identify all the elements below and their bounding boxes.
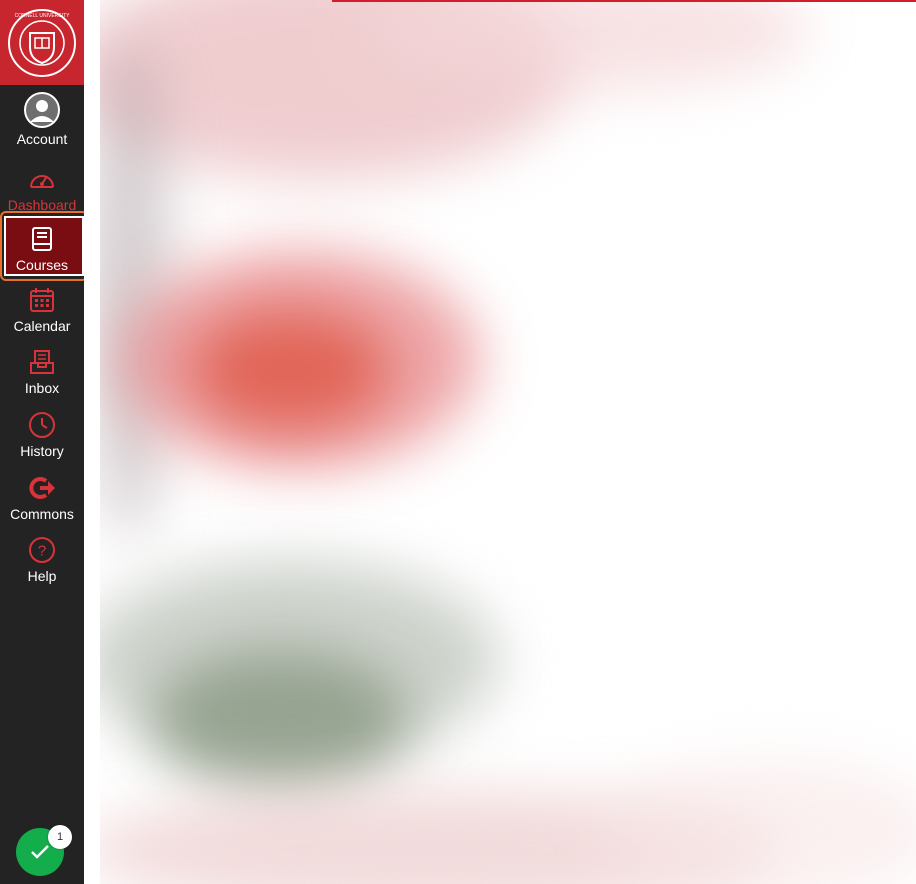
nav-courses-label: Courses <box>15 257 69 273</box>
nav-account[interactable]: Account <box>0 92 84 147</box>
nav-calendar[interactable]: Calendar <box>0 285 84 334</box>
blur-region <box>190 310 390 430</box>
nav-commons[interactable]: Commons <box>0 473 84 522</box>
nav-help[interactable]: ? Help <box>0 535 84 584</box>
blur-region <box>600 760 916 884</box>
institution-logo[interactable]: CORNELL UNIVERSITY <box>0 0 84 85</box>
inbox-icon <box>27 347 57 377</box>
top-accent-line <box>332 0 916 2</box>
nav-gutter <box>84 0 100 884</box>
nav-commons-label: Commons <box>10 506 74 522</box>
nav-history-label: History <box>20 443 64 459</box>
main-content-blurred <box>100 0 916 884</box>
nav-calendar-label: Calendar <box>13 318 71 334</box>
nav-history[interactable]: History <box>0 410 84 459</box>
global-navigation: CORNELL UNIVERSITY Account Dashboard Cou… <box>0 0 88 884</box>
cornell-seal-icon: CORNELL UNIVERSITY <box>8 8 76 77</box>
check-icon <box>31 845 49 859</box>
nav-dashboard[interactable]: Dashboard <box>0 164 84 213</box>
svg-text:CORNELL UNIVERSITY: CORNELL UNIVERSITY <box>15 13 70 19</box>
courses-book-icon <box>27 224 57 254</box>
nav-account-label: Account <box>16 131 68 147</box>
commons-icon <box>27 473 57 503</box>
nav-help-label: Help <box>27 568 57 584</box>
avatar-icon <box>24 92 60 128</box>
svg-text:?: ? <box>38 543 46 560</box>
help-icon: ? <box>27 535 57 565</box>
dashboard-icon <box>27 164 57 194</box>
calendar-icon <box>27 285 57 315</box>
nav-courses[interactable]: Courses <box>0 224 84 273</box>
nav-inbox[interactable]: Inbox <box>0 347 84 396</box>
clock-icon <box>27 410 57 440</box>
nav-inbox-label: Inbox <box>24 380 60 396</box>
blur-region <box>150 650 410 790</box>
notification-badge: 1 <box>48 825 72 849</box>
